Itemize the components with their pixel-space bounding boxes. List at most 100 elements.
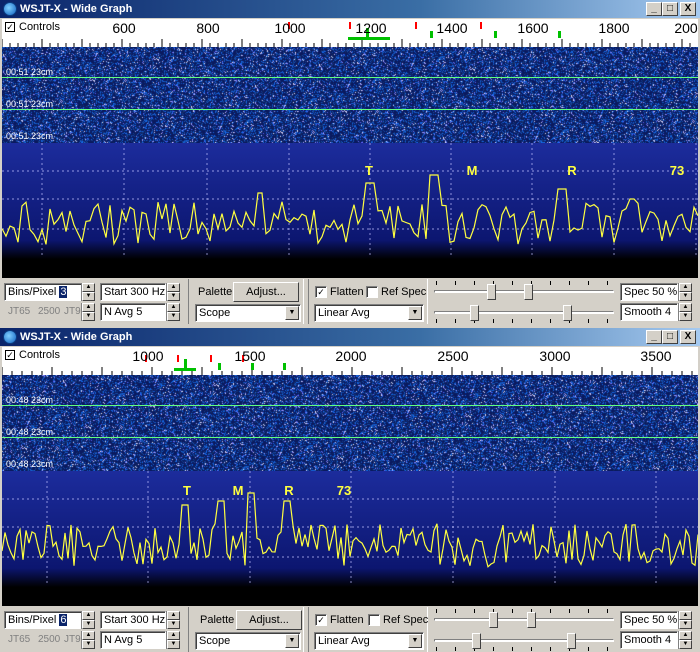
zero-slider-thumb[interactable]: [524, 284, 533, 300]
dropdown-arrow-icon[interactable]: ▼: [408, 634, 422, 648]
gain-slider-thumb[interactable]: [489, 612, 498, 628]
spec-percent-spinbox[interactable]: Spec 50 %: [620, 283, 678, 301]
freq-label: 2500: [437, 348, 469, 364]
flatten-checkbox[interactable]: ✓: [315, 286, 327, 298]
bins-per-pixel-value[interactable]: 3: [59, 286, 68, 298]
maximize-button[interactable]: □: [662, 330, 678, 344]
start-spin-buttons[interactable]: ▲ ▼: [166, 283, 180, 301]
start-spin-buttons[interactable]: ▲ ▼: [166, 611, 180, 629]
smooth-spin-buttons[interactable]: ▲ ▼: [678, 303, 692, 321]
title-bar[interactable]: WSJT-X - Wide Graph _ □ X: [0, 328, 700, 346]
n-avg-value: N Avg 5: [104, 634, 143, 646]
spec-slider-track[interactable]: [434, 639, 614, 642]
bins-per-pixel-spinbox[interactable]: Bins/Pixel 3: [4, 283, 82, 301]
adjust-button[interactable]: Adjust...: [233, 282, 299, 302]
dropdown-arrow-icon[interactable]: ▼: [408, 306, 422, 320]
marker-red: [349, 22, 351, 29]
wide-graph-window-1: WSJT-X - Wide Graph _ □ X ✓ Controls 600…: [0, 0, 700, 324]
window-title: WSJT-X - Wide Graph: [20, 331, 133, 343]
mode-spin-buttons[interactable]: ▲ ▼: [81, 631, 95, 649]
window-title: WSJT-X - Wide Graph: [20, 3, 133, 15]
app-globe-icon: [3, 2, 17, 16]
freq-label: 3500: [640, 348, 672, 364]
mode-spin-buttons[interactable]: ▲ ▼: [81, 303, 95, 321]
bins-per-pixel-label: Bins/Pixel: [8, 614, 57, 626]
smooth-spinbox[interactable]: Smooth 4: [620, 631, 678, 649]
marker-green: [558, 31, 561, 38]
average-mode-value: Linear Avg: [318, 635, 370, 647]
waterfall-timestamp: 00:48 23cm: [6, 395, 54, 405]
ref-spec-label: Ref Spec: [381, 286, 427, 298]
flatten-label: Flatten: [330, 286, 364, 298]
freq-label: 1600: [517, 20, 549, 36]
smooth-spinbox[interactable]: Smooth 4: [620, 303, 678, 321]
minimize-button[interactable]: _: [646, 330, 662, 344]
bins-spin-buttons[interactable]: ▲ ▼: [81, 611, 95, 629]
bins-spin-buttons[interactable]: ▲ ▼: [81, 283, 95, 301]
spec-gain-slider-thumb[interactable]: [472, 633, 481, 649]
waterfall-timestamp: 00:51 23cm: [6, 67, 54, 77]
ref-spec-checkbox[interactable]: [366, 286, 378, 298]
waterfall-timestamp: 00:51 23cm: [6, 131, 54, 141]
ref-spec-checkbox[interactable]: [368, 614, 380, 626]
average-mode-select[interactable]: Linear Avg ▼: [314, 632, 424, 650]
palette-select[interactable]: Scope ▼: [195, 304, 301, 322]
marker-red: [210, 355, 212, 362]
control-panel: Bins/Pixel 3 ▲ ▼ JT65 2500 JT9 ▲ ▼ Start 3…: [0, 279, 700, 324]
bins-per-pixel-value[interactable]: 6: [59, 614, 68, 626]
minimize-button[interactable]: _: [646, 2, 662, 16]
gain-slider-thumb[interactable]: [487, 284, 496, 300]
spec-gain-slider-thumb[interactable]: [470, 305, 479, 321]
navg-spin-buttons[interactable]: ▲ ▼: [166, 631, 180, 649]
smooth-value: Smooth 4: [624, 306, 672, 318]
wide-graph-window-2: WSJT-X - Wide Graph _ □ X ✓ Controls 100…: [0, 328, 700, 652]
marker-green: [218, 363, 221, 370]
spec-slider-track[interactable]: [434, 311, 614, 314]
n-avg-spinbox[interactable]: N Avg 5: [100, 303, 166, 321]
spec-percent-spinbox[interactable]: Spec 50 %: [620, 611, 678, 629]
zero-slider-thumb[interactable]: [527, 612, 536, 628]
bins-per-pixel-spinbox[interactable]: Bins/Pixel 6: [4, 611, 82, 629]
marker-red: [415, 22, 417, 29]
spec-spin-buttons[interactable]: ▲ ▼: [678, 283, 692, 301]
start-frequency-spinbox[interactable]: Start 300 Hz: [100, 283, 166, 301]
average-mode-select[interactable]: Linear Avg ▼: [314, 304, 424, 322]
close-button[interactable]: X: [680, 330, 696, 344]
ref-spec-label: Ref Spec: [383, 614, 429, 626]
gain-slider-track[interactable]: [434, 618, 614, 621]
waterfall-display[interactable]: 00:48 23cm 00:48 23cm 00:48 23cm: [2, 375, 698, 471]
flatten-checkbox[interactable]: ✓: [315, 614, 327, 626]
spec-zero-slider-thumb[interactable]: [563, 305, 572, 321]
n-avg-spinbox[interactable]: N Avg 5: [100, 631, 166, 649]
smooth-spin-buttons[interactable]: ▲ ▼: [678, 631, 692, 649]
spec-spin-buttons[interactable]: ▲ ▼: [678, 611, 692, 629]
maximize-button[interactable]: □: [662, 2, 678, 16]
palette-select[interactable]: Scope ▼: [195, 632, 301, 650]
spec-slider-ticks: [436, 319, 612, 323]
waterfall-canvas[interactable]: [2, 375, 698, 471]
title-bar[interactable]: WSJT-X - Wide Graph _ □ X: [0, 0, 700, 18]
frequency-scale[interactable]: ✓ Controls 600 800 1000 1200 1400 1600 1…: [2, 19, 698, 47]
marker-red: [480, 22, 482, 29]
spec-zero-slider-thumb[interactable]: [567, 633, 576, 649]
waterfall-canvas[interactable]: [2, 47, 698, 143]
marker-green: [174, 368, 196, 371]
start-frequency-value: Start 300 Hz: [104, 286, 166, 298]
waterfall-display[interactable]: 00:51 23cm 00:51 23cm 00:51 23cm: [2, 47, 698, 143]
marker-green: [494, 31, 497, 38]
period-separator: [2, 77, 698, 78]
adjust-button[interactable]: Adjust...: [236, 610, 302, 630]
dropdown-arrow-icon[interactable]: ▼: [285, 306, 299, 320]
period-separator: [2, 109, 698, 110]
freq-label: 1200: [355, 20, 387, 36]
dropdown-arrow-icon[interactable]: ▼: [285, 634, 299, 648]
flatten-label: Flatten: [330, 614, 364, 626]
frequency-scale[interactable]: ✓ Controls 1000 1500 2000 2500 3000 3500: [2, 347, 698, 375]
start-frequency-spinbox[interactable]: Start 300 Hz: [100, 611, 166, 629]
close-button[interactable]: X: [680, 2, 696, 16]
freq-label: 1500: [234, 348, 266, 364]
decode-label: M: [233, 483, 244, 498]
decode-label: M: [467, 163, 478, 178]
navg-spin-buttons[interactable]: ▲ ▼: [166, 303, 180, 321]
mode-jt9: JT9: [64, 306, 81, 317]
